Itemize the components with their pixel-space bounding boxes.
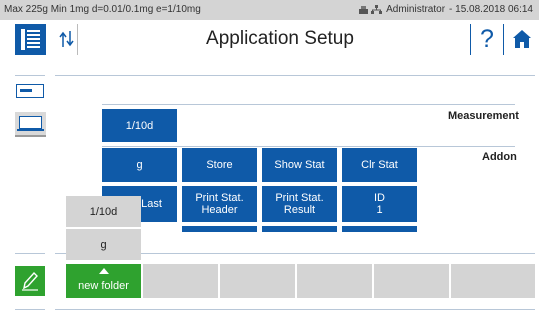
status-bar: Max 225g Min 1mg d=0.01/0.1mg e=1/10mg A…: [0, 0, 539, 20]
tile-label-line1: Print Stat.: [195, 192, 244, 204]
tile-label: Show Stat: [274, 159, 325, 171]
empty-slot[interactable]: [296, 264, 372, 298]
addon-tile-partial[interactable]: [262, 226, 337, 232]
list-menu-icon: [21, 29, 40, 50]
divider: [55, 75, 535, 76]
monitor-base: [17, 129, 44, 131]
divider: [15, 75, 45, 76]
divider: [102, 104, 515, 105]
caret-up-icon: [99, 268, 109, 274]
date-time: - 15.08.2018 06:14: [449, 4, 533, 15]
addon-tile-partial[interactable]: [342, 226, 417, 232]
popup-label: g: [100, 238, 107, 251]
measurement-label: Measurement: [448, 110, 519, 122]
tile-label: Last: [141, 198, 162, 210]
tile-label-line2: Result: [283, 204, 316, 216]
folder-label: new folder: [78, 280, 129, 292]
home-icon: [513, 30, 531, 48]
divider: [102, 146, 515, 147]
up-down-arrows-icon: [59, 31, 74, 47]
user-name: Administrator: [386, 4, 446, 15]
empty-slot[interactable]: [450, 264, 535, 298]
monitor-view-button[interactable]: [15, 112, 46, 137]
pencil-icon: [22, 271, 38, 291]
tile-label-line1: ID: [374, 192, 385, 204]
empty-slot[interactable]: [373, 264, 449, 298]
balance-info: Max 225g Min 1mg d=0.01/0.1mg e=1/10mg: [4, 4, 201, 15]
popup-item-1-10d[interactable]: 1/10d: [66, 196, 141, 228]
popup-item-g[interactable]: g: [66, 229, 141, 261]
status-right: Administrator - 15.08.2018 06:14: [358, 0, 533, 20]
addon-tile-partial[interactable]: [182, 226, 257, 232]
divider: [55, 309, 535, 310]
new-folder-button[interactable]: new folder: [66, 264, 141, 298]
addon-tile-print-stat-result[interactable]: Print Stat. Result: [262, 186, 337, 222]
divider: [15, 309, 45, 310]
move-button[interactable]: [56, 24, 78, 55]
line-icon: [20, 89, 32, 92]
page-title: Application Setup: [206, 28, 354, 49]
single-line-view-button[interactable]: [16, 84, 44, 98]
edit-button[interactable]: [15, 266, 45, 296]
home-button[interactable]: [508, 24, 536, 55]
addon-tile-store[interactable]: Store: [182, 148, 257, 182]
tile-label-line2: 1: [376, 204, 383, 216]
tile-label: 1/10d: [125, 119, 154, 132]
tile-label: g: [136, 159, 143, 171]
addon-tile-print-stat-header[interactable]: Print Stat. Header: [182, 186, 257, 222]
tile-label: Store: [206, 159, 233, 171]
empty-slot[interactable]: [219, 264, 295, 298]
addon-tile-id[interactable]: ID 1: [342, 186, 417, 222]
empty-slot[interactable]: [142, 264, 218, 298]
measurement-tile-1-10d[interactable]: 1/10d: [102, 109, 177, 142]
help-button[interactable]: ?: [470, 24, 504, 55]
divider: [15, 253, 45, 254]
menu-button[interactable]: [15, 24, 46, 55]
network-icon: [371, 5, 383, 14]
user-icons: [358, 5, 383, 15]
addon-tile-g[interactable]: g: [102, 148, 177, 182]
printer-icon: [359, 5, 369, 14]
tile-label-line2: Header: [201, 204, 238, 216]
monitor-icon: [19, 116, 42, 129]
addon-tile-show-stat[interactable]: Show Stat: [262, 148, 337, 182]
addon-label: Addon: [482, 151, 517, 163]
addon-tile-clr-stat[interactable]: Clr Stat: [342, 148, 417, 182]
tile-label: Clr Stat: [361, 159, 398, 171]
popup-label: 1/10d: [89, 205, 118, 218]
tile-label-line1: Print Stat.: [275, 192, 324, 204]
